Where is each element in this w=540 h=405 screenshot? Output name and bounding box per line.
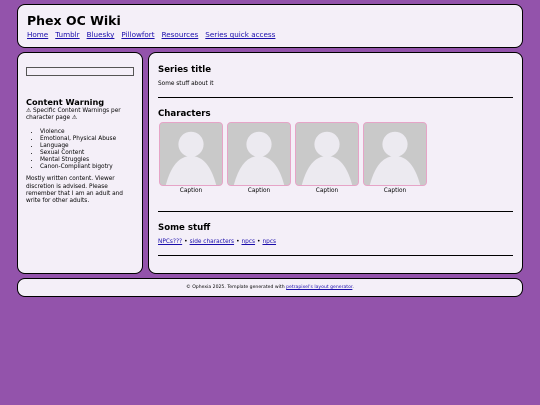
nav-link-bluesky[interactable]: Bluesky [87,30,115,39]
nav-link-series-quick-access[interactable]: Series quick access [205,30,275,39]
broken-image-icon [26,67,134,76]
series-title: Series title [158,65,212,75]
nav-link-tumblr[interactable]: Tumblr [55,30,79,39]
list-item: Sexual Content [40,150,134,157]
character-card[interactable]: Caption [227,122,291,194]
avatar-placeholder-icon [295,122,359,186]
main-nav: Home Tumblr Bluesky Pillowfort Resources… [27,30,522,39]
site-title: Phex OC Wiki [27,13,121,28]
link-npcs[interactable]: npcs [241,239,255,245]
main-panel: Series title Some stuff about it Charact… [148,52,523,274]
bullet-separator: • [184,239,188,245]
character-card[interactable]: Caption [159,122,223,194]
header-panel: Phex OC Wiki Home Tumblr Bluesky Pillowf… [17,4,523,48]
series-description: Some stuff about it [158,81,214,87]
footer-panel: © Ophexia 2025. Template generated with … [17,278,523,297]
footer-suffix: . [352,285,354,290]
avatar-placeholder-icon [159,122,223,186]
content-warning-note: ⚠ Specific Content Warnings per characte… [26,108,121,122]
character-grid: Caption Caption Caption Caption [159,122,427,194]
bullet-separator: • [236,239,240,245]
list-item: Mental Struggles [40,157,134,164]
nav-link-pillowfort[interactable]: Pillowfort [121,30,154,39]
character-caption: Caption [179,188,203,194]
footer-text: © Ophexia 2025. Template generated with [186,285,287,290]
some-stuff-title: Some stuff [158,223,211,233]
content-disclaimer: Mostly written content. Viewer discretio… [26,176,123,205]
character-caption: Caption [247,188,271,194]
avatar-placeholder-icon [227,122,291,186]
character-caption: Caption [315,188,339,194]
bullet-separator: • [257,239,261,245]
divider [158,211,513,212]
character-caption: Caption [383,188,407,194]
link-npcs-2[interactable]: npcs [262,239,276,245]
link-side-characters[interactable]: side characters [190,239,235,245]
character-card[interactable]: Caption [363,122,427,194]
nav-link-home[interactable]: Home [27,30,48,39]
nav-link-resources[interactable]: Resources [162,30,199,39]
content-warning-title: Content Warning [26,97,105,107]
divider [158,255,513,256]
link-npcs-question[interactable]: NPCs??? [158,239,182,245]
character-card[interactable]: Caption [295,122,359,194]
stuff-links: NPCs??? • side characters • npcs • npcs [158,239,276,245]
content-warning-list: Violence Emotional, Physical Abuse Langu… [26,129,134,171]
footer-generator-link[interactable]: petrapixel's layout generator [286,285,352,290]
list-item: Emotional, Physical Abuse [40,136,134,143]
list-item: Language [40,143,134,150]
characters-title: Characters [158,109,211,119]
list-item: Canon-Compliant bigotry [40,164,134,171]
list-item: Violence [40,129,134,136]
divider [158,97,513,98]
sidebar-panel: Content Warning ⚠ Specific Content Warni… [17,52,143,274]
avatar-placeholder-icon [363,122,427,186]
